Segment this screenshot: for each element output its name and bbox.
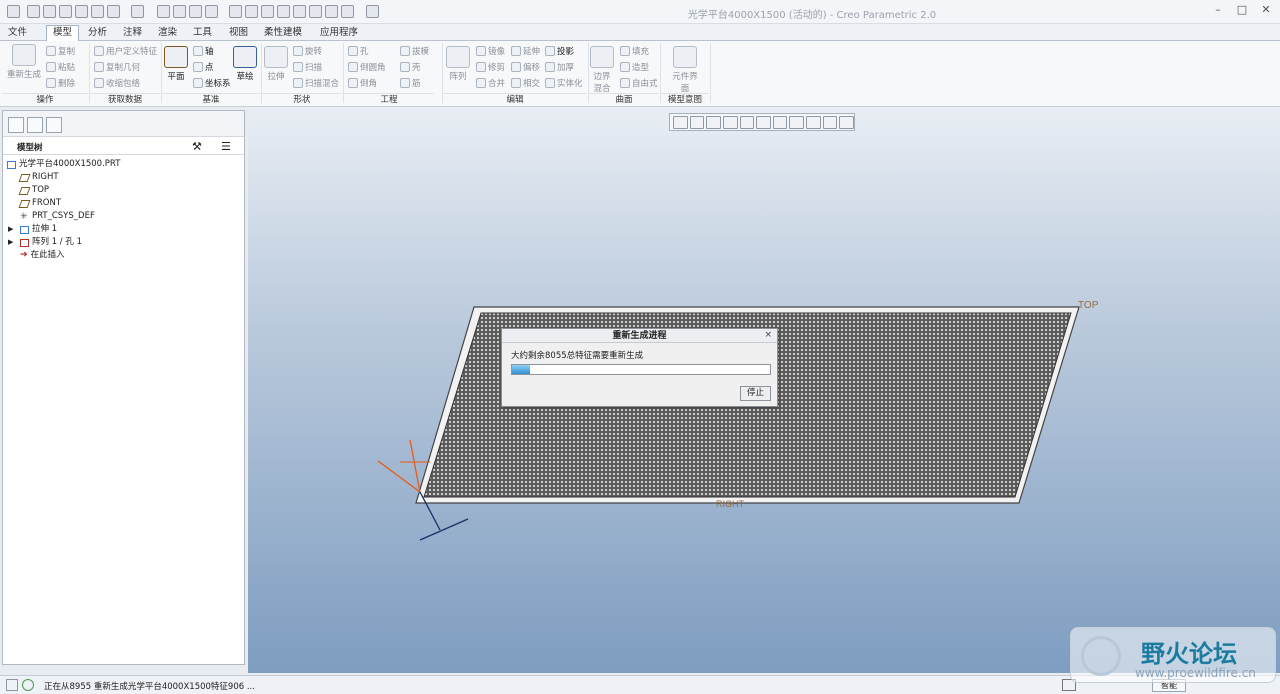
zoom-out-icon[interactable] — [706, 115, 721, 129]
progress-bar — [511, 364, 771, 375]
tree-toggle-icon[interactable] — [6, 679, 18, 691]
watermark-title: 野火论坛 — [1141, 640, 1237, 668]
progress-fill — [512, 365, 531, 374]
watermark-url: www.proewildfire.cn — [1135, 666, 1256, 680]
datum-label-right: RIGHT — [716, 499, 745, 509]
saved-views-icon[interactable] — [756, 115, 771, 129]
stop-button[interactable]: 停止 — [740, 386, 771, 401]
annotation-display-icon[interactable] — [822, 115, 838, 129]
datum-display-icon[interactable] — [806, 115, 821, 129]
view-manager-icon[interactable] — [772, 115, 788, 129]
display-style-icon[interactable] — [739, 115, 755, 129]
dialog-close-icon[interactable]: × — [764, 330, 772, 340]
refit-icon[interactable] — [673, 115, 688, 129]
dialog-title: 重新生成进程 — [502, 329, 777, 343]
view-toolbar — [669, 113, 855, 131]
watermark-logo-icon — [1081, 636, 1121, 676]
browser-toggle-icon[interactable] — [22, 679, 34, 691]
spin-center-icon[interactable] — [839, 115, 855, 129]
datum-label-top: TOP — [1078, 300, 1099, 311]
perspective-icon[interactable] — [789, 115, 805, 129]
watermark: 野火论坛 www.proewildfire.cn — [1070, 627, 1276, 683]
regeneration-dialog: 重新生成进程 × 大约剩余8055总特征需要重新生成 停止 — [501, 328, 778, 407]
status-message: 正在从8955 重新生成光学平台4000X1500特征906 ... — [44, 682, 255, 692]
zoom-in-icon[interactable] — [689, 115, 705, 129]
repaint-icon[interactable] — [722, 115, 738, 129]
dialog-message: 大约剩余8055总特征需要重新生成 — [511, 351, 644, 361]
